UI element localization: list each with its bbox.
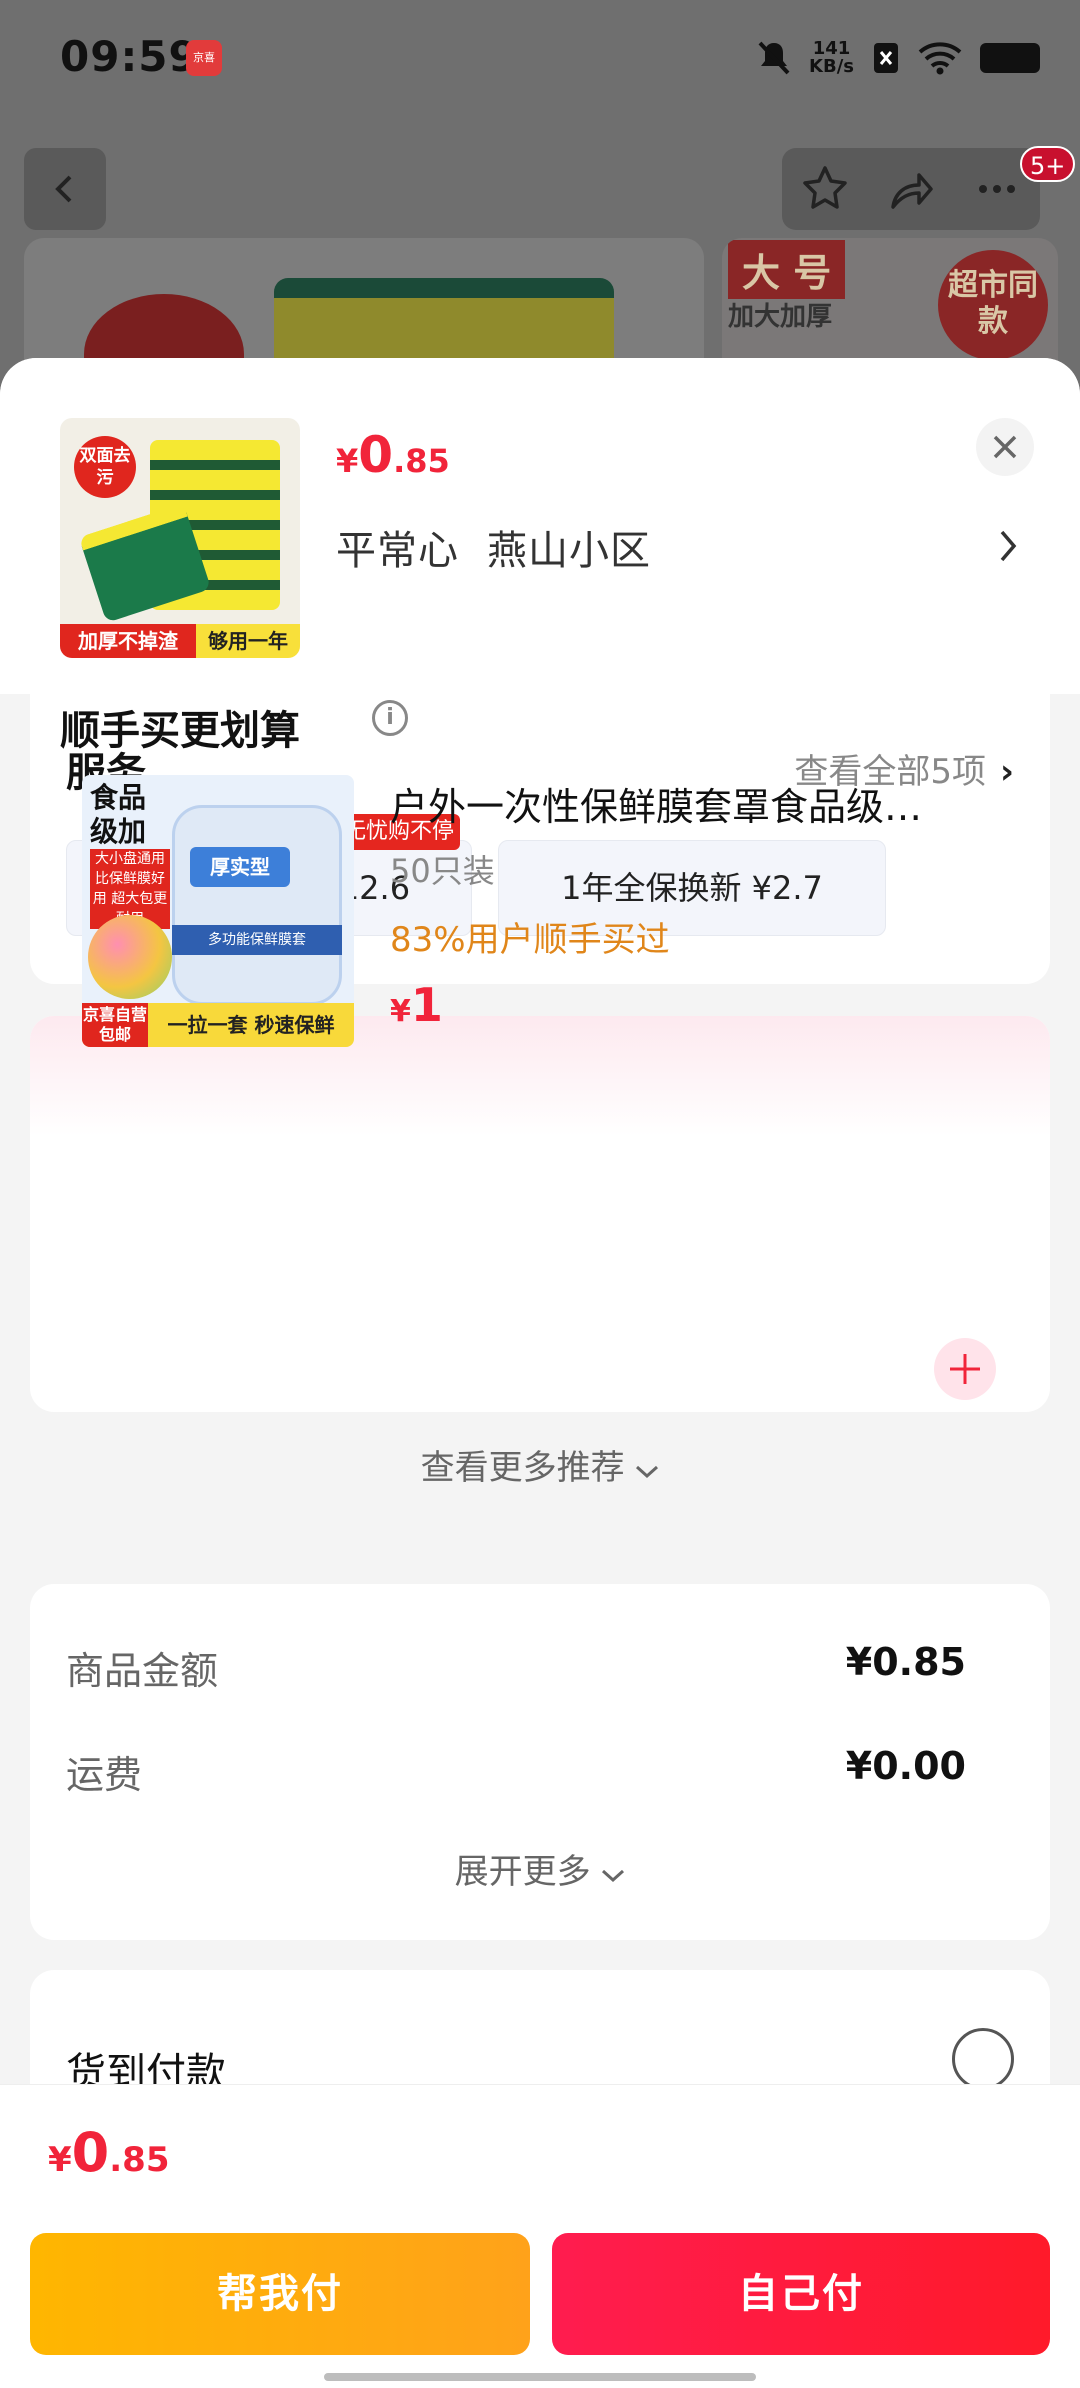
total-price-symbol: ¥: [48, 2140, 72, 2180]
checkout-footer: ¥0.85 帮我付 自己付: [0, 2084, 1080, 2388]
address-area: 燕山小区: [487, 528, 651, 574]
net-speed: 141 KB/s: [809, 38, 854, 77]
status-indicators: 141 KB/s: [757, 30, 1040, 86]
summary-goods-label: 商品金额: [66, 1649, 219, 1693]
summary-card: 商品金额 ¥0.85 运费 ¥0.00 展开更多: [30, 1584, 1050, 1940]
home-indicator[interactable]: [324, 2373, 756, 2381]
add-to-order-button[interactable]: [934, 1338, 996, 1400]
product-seal: 双面去污: [74, 436, 136, 498]
status-bar: 09:59 京喜 141 KB/s: [0, 0, 1080, 120]
total-price-dec: .85: [109, 2140, 170, 2180]
product-strip: 加厚不掉渣 够用一年: [60, 624, 300, 658]
plus-icon: [950, 1354, 980, 1384]
address-row[interactable]: 平常心 燕山小区: [336, 518, 651, 576]
strip-left: 加厚不掉渣: [60, 624, 196, 658]
total-price: ¥0.85: [48, 2121, 169, 2184]
self-pay-button[interactable]: 自己付: [552, 2233, 1050, 2355]
chevron-right-icon: ›: [999, 752, 1014, 792]
price-dec: .85: [393, 442, 450, 480]
addon-item-spec: 50只装: [390, 852, 495, 890]
strip-right: 够用一年: [196, 624, 300, 658]
status-time: 09:59: [60, 32, 199, 81]
close-icon: [993, 435, 1017, 459]
addon-item-social: 83%用户顺手买过: [390, 920, 670, 960]
bag-band: 多功能保鲜膜套: [172, 925, 342, 955]
addon-price-symbol: ¥: [390, 994, 411, 1029]
side-subtag: 加大加厚: [728, 302, 833, 332]
thumb-slogan: 一拉一套 秒速保鲜: [167, 1013, 335, 1037]
product-thumbnail: 双面去污 加厚不掉渣 够用一年: [60, 418, 300, 658]
back-button: [24, 148, 106, 230]
bag-image: [172, 805, 342, 1005]
battery-icon: [980, 43, 1040, 73]
chevron-down-icon: [636, 1465, 659, 1479]
product-price: ¥0.85: [336, 426, 450, 484]
addon-item-price: ¥1: [390, 978, 443, 1032]
summary-goods-value: ¥0.85: [845, 1640, 966, 1684]
price-symbol: ¥: [336, 442, 359, 480]
header-actions: [782, 148, 1040, 230]
price-int: 0: [358, 426, 394, 484]
addon-card: [30, 1016, 1050, 1412]
background-product-page: 09:59 京喜 141 KB/s 5+ 大 号 加大加厚 超市同款: [0, 0, 1080, 438]
app-notification-icon: 京喜: [186, 40, 222, 76]
side-seal: 超市同款: [938, 250, 1048, 360]
info-icon[interactable]: i: [372, 700, 408, 736]
summary-shipping-label: 运费: [66, 1753, 143, 1797]
product-header: 双面去污 加厚不掉渣 够用一年 ¥0.85 平常心 燕山小区: [0, 358, 1080, 694]
chevron-down-icon: [602, 1869, 625, 1883]
side-tag: 大 号: [728, 240, 846, 299]
star-icon: [803, 166, 847, 209]
close-button[interactable]: [976, 418, 1034, 476]
addon-price-value: 1: [410, 978, 443, 1032]
more-icon: [979, 185, 1015, 193]
sim-icon: [874, 43, 898, 73]
chevron-right-icon[interactable]: [998, 528, 1020, 564]
thumb-bottom: 京喜自营包邮 一拉一套 秒速保鲜: [82, 1003, 354, 1047]
see-more-recommendations[interactable]: 查看更多推荐: [0, 1440, 1080, 1489]
addon-title: 顺手买更划算: [60, 708, 300, 754]
notification-badge: 5+: [1020, 146, 1076, 182]
mute-bell-icon: [758, 41, 790, 75]
expand-more[interactable]: 展开更多: [30, 1844, 1050, 1893]
cod-radio[interactable]: [952, 2028, 1014, 2090]
address-name: 平常心: [336, 528, 459, 574]
help-pay-button[interactable]: 帮我付: [30, 2233, 530, 2355]
addon-thumbnail[interactable]: 食品级加大款 大小盘通用 比保鲜膜好用 超大包更耐用 厚实型 多功能保鲜膜套 京…: [82, 775, 354, 1047]
addon-item-name[interactable]: 户外一次性保鲜膜套罩食品级…: [390, 776, 990, 831]
wifi-icon: [918, 42, 962, 75]
total-price-int: 0: [71, 2121, 110, 2184]
thumb-badge: 京喜自营包邮: [82, 1003, 148, 1047]
share-icon: [891, 173, 933, 209]
summary-shipping-value: ¥0.00: [845, 1744, 966, 1788]
bag-label: 厚实型: [190, 847, 290, 887]
fruit-image: [88, 915, 172, 999]
back-icon: [55, 175, 72, 203]
